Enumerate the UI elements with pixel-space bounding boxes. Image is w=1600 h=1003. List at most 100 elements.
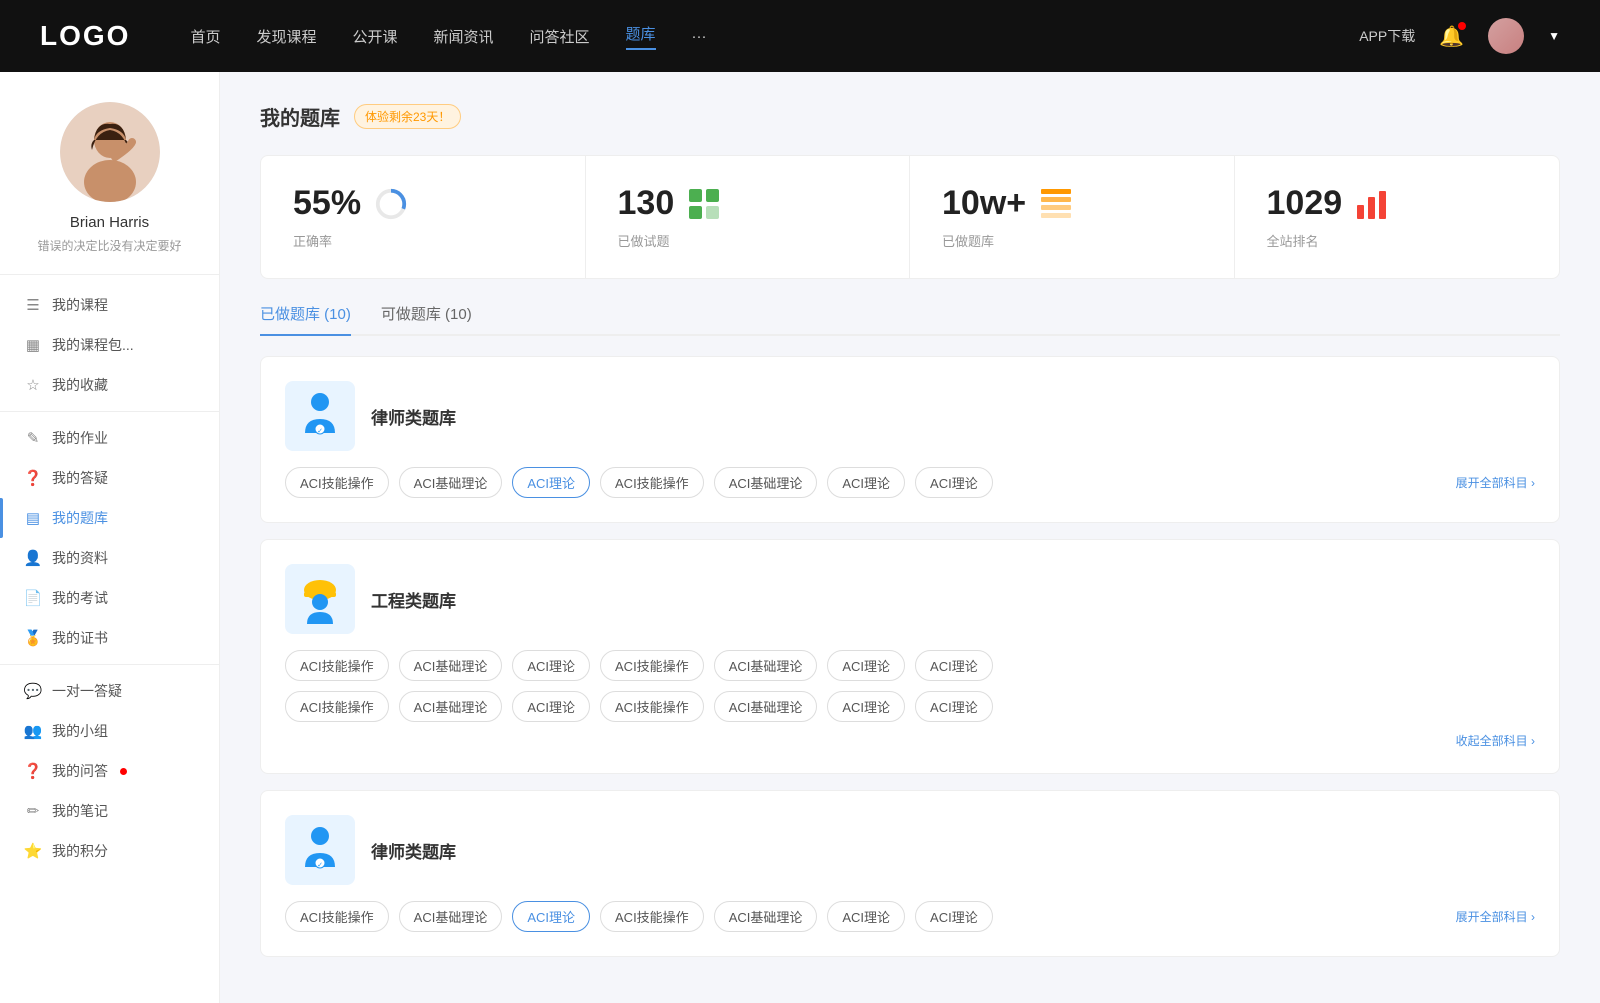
svg-text:✓: ✓	[317, 862, 323, 869]
certificate-icon: 🏅	[24, 629, 42, 647]
sidebar-item-mycourse[interactable]: ☰ 我的课程	[0, 285, 219, 325]
sidebar-label-exam: 我的考试	[52, 588, 108, 608]
tag-1-5[interactable]: ACI理论	[827, 467, 905, 498]
tag-1-4[interactable]: ACI基础理论	[714, 467, 818, 498]
nav-more[interactable]: ···	[692, 28, 707, 45]
bank-title-3: 律师类题库	[371, 838, 456, 863]
tag-2b-0[interactable]: ACI技能操作	[285, 691, 389, 722]
stat-top-rank: 1029	[1267, 184, 1528, 223]
tabs-row: 已做题库 (10) 可做题库 (10)	[260, 303, 1560, 336]
sidebar: Brian Harris 错误的决定比没有决定要好 ☰ 我的课程 ▦ 我的课程包…	[0, 72, 220, 1003]
tag-1-3[interactable]: ACI技能操作	[600, 467, 704, 498]
tag-3-0[interactable]: ACI技能操作	[285, 901, 389, 932]
sidebar-item-notes[interactable]: ✏ 我的笔记	[0, 791, 219, 831]
page-header: 我的题库 体验剩余23天！	[260, 102, 1560, 131]
sidebar-item-favorites[interactable]: ☆ 我的收藏	[0, 365, 219, 405]
main-content: 我的题库 体验剩余23天！ 55% 正确率	[220, 72, 1600, 1003]
tag-2b-5[interactable]: ACI理论	[827, 691, 905, 722]
grid-green-icon	[686, 186, 722, 222]
user-avatar-nav[interactable]	[1488, 18, 1524, 54]
engineer-icon	[285, 564, 355, 634]
sidebar-item-exam[interactable]: 📄 我的考试	[0, 578, 219, 618]
bar-red-icon	[1354, 186, 1390, 222]
questions-notification-dot	[120, 768, 127, 775]
tag-3-5[interactable]: ACI理论	[827, 901, 905, 932]
nav-home[interactable]: 首页	[190, 26, 220, 47]
sidebar-item-myqa[interactable]: ❓ 我的答疑	[0, 458, 219, 498]
tag-2-1[interactable]: ACI基础理论	[399, 650, 503, 681]
tag-2-2[interactable]: ACI理论	[512, 650, 590, 681]
nav-news[interactable]: 新闻资讯	[434, 26, 494, 47]
nav-questionbank[interactable]: 题库	[626, 23, 656, 50]
tag-2-4[interactable]: ACI基础理论	[714, 650, 818, 681]
sidebar-item-points[interactable]: ⭐ 我的积分	[0, 831, 219, 871]
sidebar-item-questions[interactable]: ❓ 我的问答	[0, 751, 219, 791]
sidebar-item-questionbank[interactable]: ▤ 我的题库	[0, 498, 219, 538]
profile-section: Brian Harris 错误的决定比没有决定要好	[0, 102, 219, 275]
tag-1-6[interactable]: ACI理论	[915, 467, 993, 498]
tag-2-6[interactable]: ACI理论	[915, 650, 993, 681]
notification-bell-icon[interactable]: 🔔	[1439, 24, 1464, 49]
tag-2-5[interactable]: ACI理论	[827, 650, 905, 681]
exam-icon: 📄	[24, 589, 42, 607]
expand-link-3[interactable]: 展开全部科目 ›	[1456, 908, 1535, 925]
divider-1	[0, 411, 219, 412]
tags-row-2a: ACI技能操作 ACI基础理论 ACI理论 ACI技能操作 ACI基础理论 AC…	[285, 650, 1535, 681]
sidebar-label-coursepackage: 我的课程包...	[52, 335, 134, 355]
sidebar-item-certificate[interactable]: 🏅 我的证书	[0, 618, 219, 658]
app-download-button[interactable]: APP下载	[1359, 26, 1415, 46]
questions-icon: ❓	[24, 762, 42, 780]
stat-label-accuracy: 正确率	[293, 231, 553, 250]
sidebar-label-questionbank: 我的题库	[52, 508, 108, 528]
tag-1-1[interactable]: ACI基础理论	[399, 467, 503, 498]
stat-questions-done: 130 已做试题	[586, 156, 911, 278]
tag-3-6[interactable]: ACI理论	[915, 901, 993, 932]
sidebar-item-coursepackage[interactable]: ▦ 我的课程包...	[0, 325, 219, 365]
nav-mooc[interactable]: 公开课	[352, 26, 397, 47]
profile-motto: 错误的决定比没有决定要好	[37, 237, 181, 254]
tag-2-3[interactable]: ACI技能操作	[600, 650, 704, 681]
sidebar-label-favorites: 我的收藏	[52, 375, 108, 395]
sidebar-label-certificate: 我的证书	[52, 628, 108, 648]
tag-2b-1[interactable]: ACI基础理论	[399, 691, 503, 722]
homework-icon: ✎	[24, 429, 42, 447]
logo[interactable]: LOGO	[40, 20, 130, 52]
stat-rank: 1029 全站排名	[1235, 156, 1560, 278]
tag-2-0[interactable]: ACI技能操作	[285, 650, 389, 681]
sidebar-item-1on1qa[interactable]: 💬 一对一答疑	[0, 671, 219, 711]
tag-3-3[interactable]: ACI技能操作	[600, 901, 704, 932]
tags-row-3: ACI技能操作 ACI基础理论 ACI理论 ACI技能操作 ACI基础理论 AC…	[285, 901, 1446, 932]
sidebar-item-groups[interactable]: 👥 我的小组	[0, 711, 219, 751]
tag-1-0[interactable]: ACI技能操作	[285, 467, 389, 498]
tag-2b-3[interactable]: ACI技能操作	[600, 691, 704, 722]
tag-2b-4[interactable]: ACI基础理论	[714, 691, 818, 722]
bank-card-header-1: ✓ 律师类题库	[285, 381, 1535, 451]
tag-3-1[interactable]: ACI基础理论	[399, 901, 503, 932]
user-dropdown-arrow[interactable]: ▼	[1548, 29, 1560, 43]
bank-card-header-3: ✓ 律师类题库	[285, 815, 1535, 885]
tag-3-2[interactable]: ACI理论	[512, 901, 590, 932]
coursepackage-icon: ▦	[24, 336, 42, 354]
bank-card-engineer: 工程类题库 ACI技能操作 ACI基础理论 ACI理论 ACI技能操作 ACI基…	[260, 539, 1560, 774]
nav-discover[interactable]: 发现课程	[256, 26, 316, 47]
mycourse-icon: ☰	[24, 296, 42, 314]
tag-3-4[interactable]: ACI基础理论	[714, 901, 818, 932]
sidebar-item-profile[interactable]: 👤 我的资料	[0, 538, 219, 578]
sidebar-label-profile: 我的资料	[52, 548, 108, 568]
collapse-link-2: 收起全部科目 ›	[285, 732, 1535, 749]
tab-available-banks[interactable]: 可做题库 (10)	[381, 303, 472, 334]
bank-card-lawyer-1: ✓ 律师类题库 ACI技能操作 ACI基础理论 ACI理论 ACI技能操作 AC…	[260, 356, 1560, 523]
expand-link-1[interactable]: 展开全部科目 ›	[1456, 474, 1535, 491]
stat-value-accuracy: 55%	[293, 184, 361, 223]
collapse-link-text-2[interactable]: 收起全部科目 ›	[1456, 732, 1535, 749]
tag-1-2[interactable]: ACI理论	[512, 467, 590, 498]
stat-top-questions: 130	[618, 184, 878, 223]
sidebar-label-notes: 我的笔记	[52, 801, 108, 821]
tag-2b-2[interactable]: ACI理论	[512, 691, 590, 722]
tab-done-banks[interactable]: 已做题库 (10)	[260, 303, 351, 334]
sidebar-item-homework[interactable]: ✎ 我的作业	[0, 418, 219, 458]
nav-qa[interactable]: 问答社区	[530, 26, 590, 47]
sidebar-label-points: 我的积分	[52, 841, 108, 861]
tag-2b-6[interactable]: ACI理论	[915, 691, 993, 722]
navbar-right: APP下载 🔔 ▼	[1359, 18, 1560, 54]
